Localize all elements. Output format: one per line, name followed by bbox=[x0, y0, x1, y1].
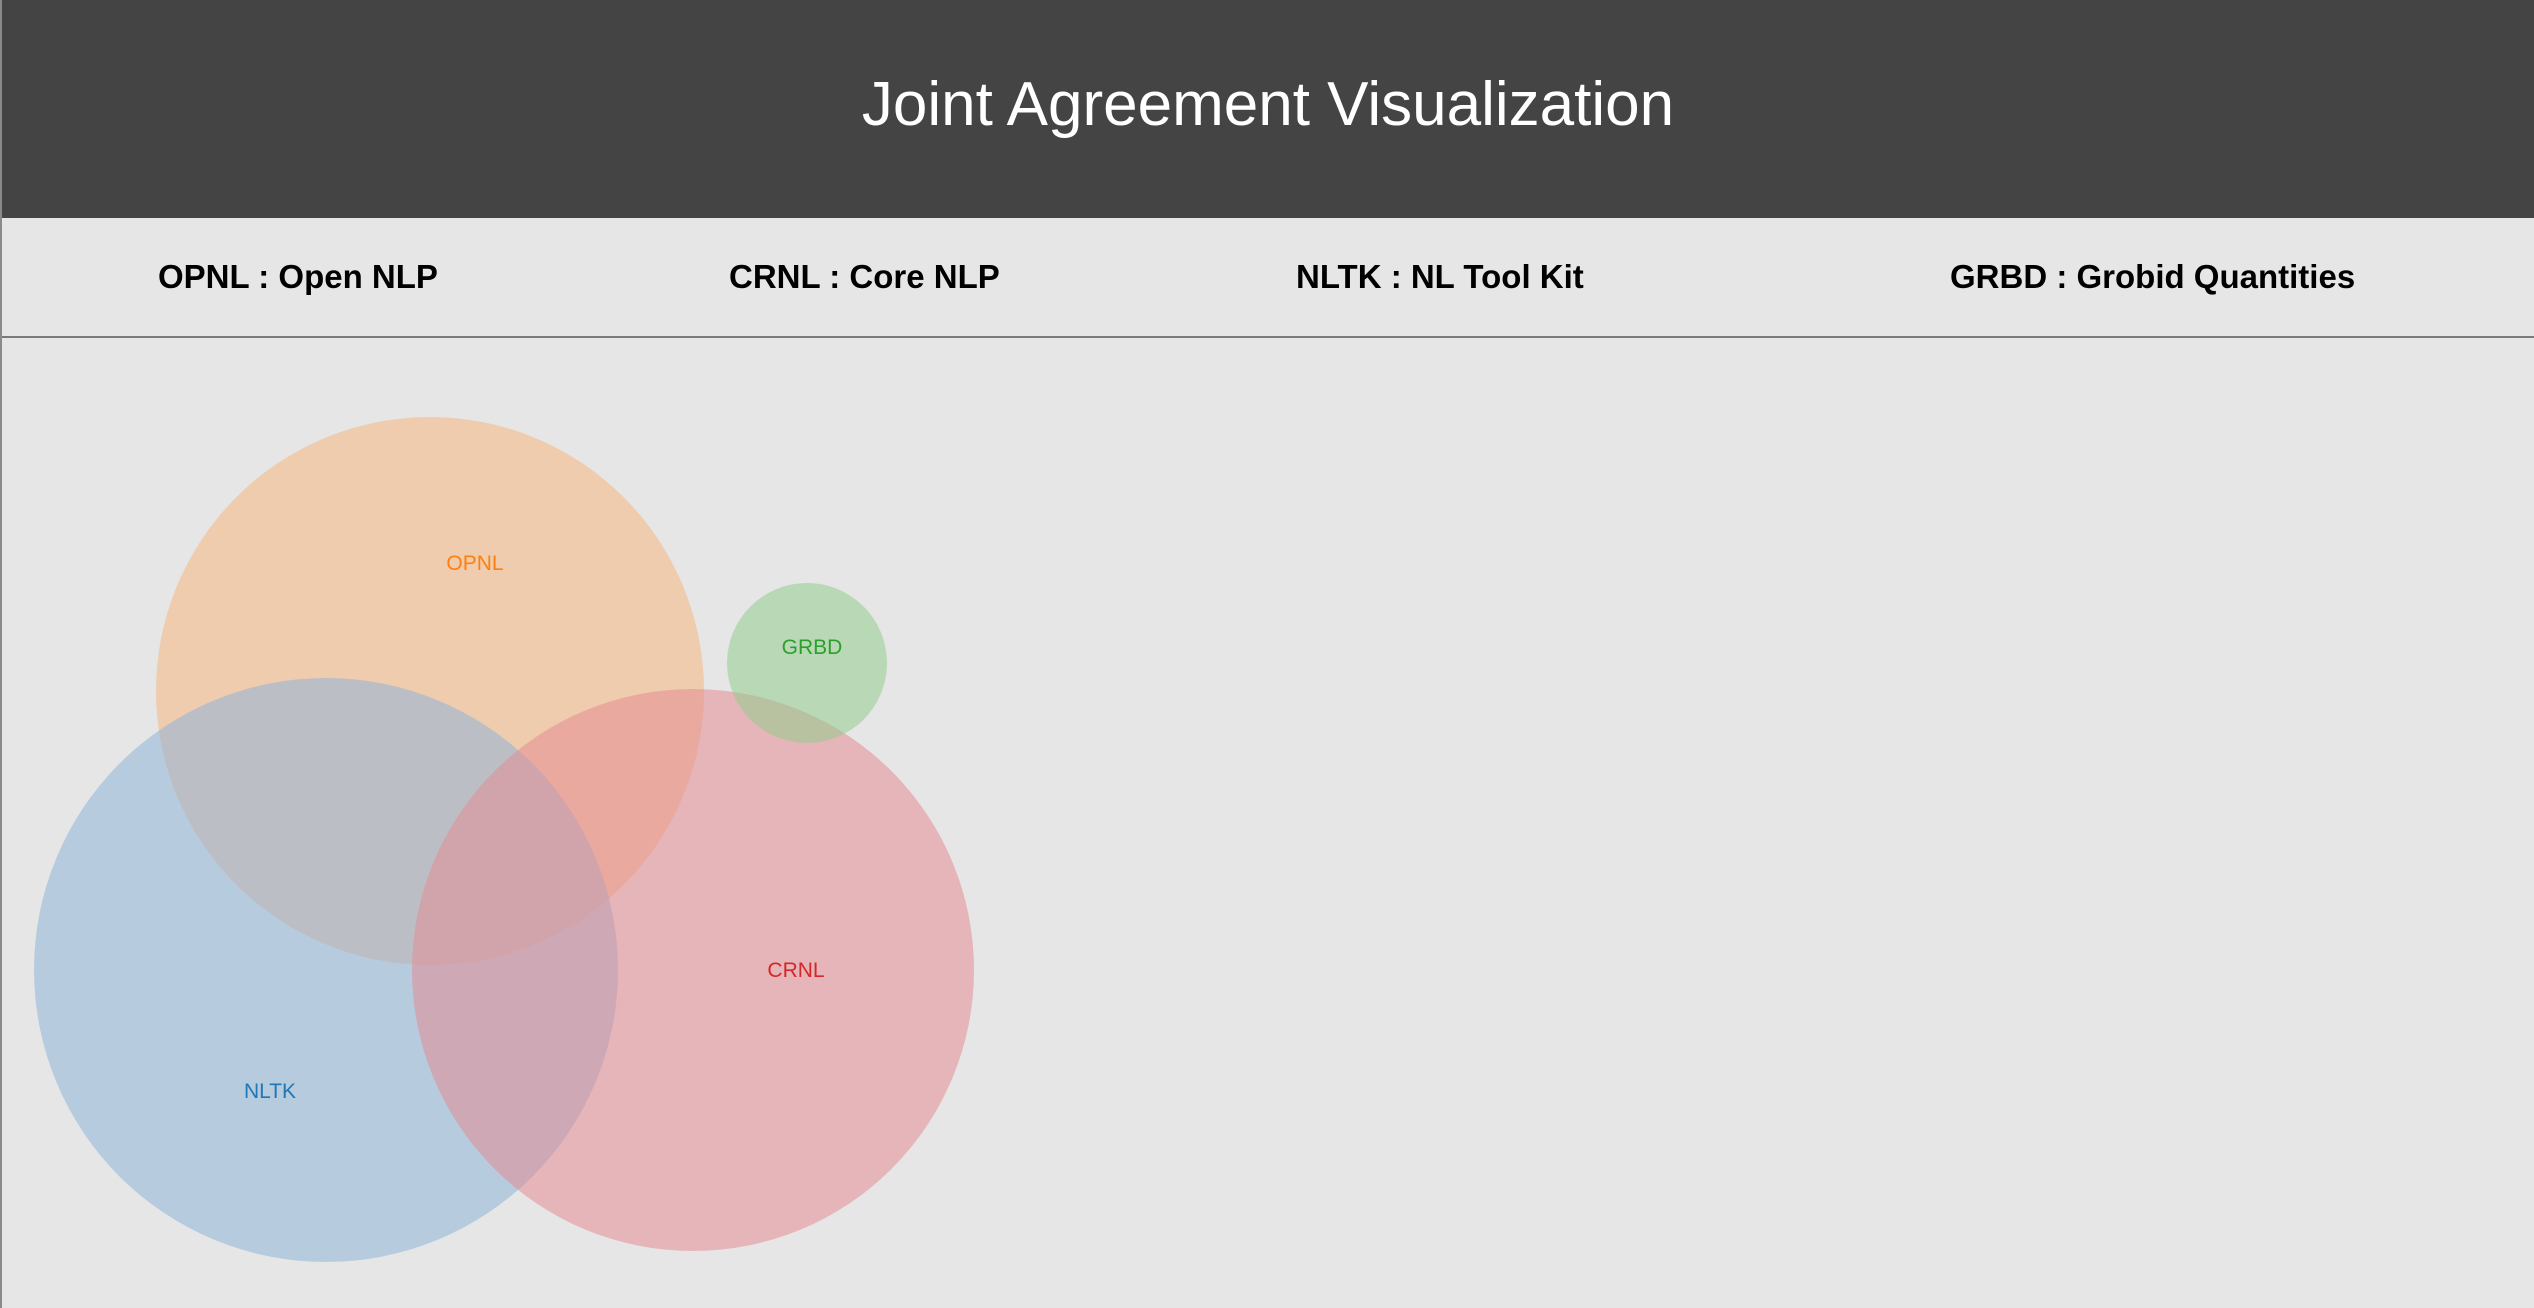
venn-circles bbox=[34, 417, 974, 1262]
legend-bar: OPNL : Open NLP CRNL : Core NLP NLTK : N… bbox=[2, 218, 2534, 338]
venn-label-opnl: OPNL bbox=[446, 552, 503, 575]
legend-item-crnl: CRNL : Core NLP bbox=[729, 258, 1000, 295]
legend-item-opnl: OPNL : Open NLP bbox=[158, 258, 438, 295]
page: Joint Agreement Visualization OPNL : Ope… bbox=[0, 0, 2534, 1308]
legend-item-nltk: NLTK : NL Tool Kit bbox=[1296, 258, 1584, 295]
venn-label-grbd: GRBD bbox=[782, 636, 843, 659]
venn-diagram: OPNL NLTK CRNL GRBD bbox=[34, 417, 974, 1262]
header-bar: Joint Agreement Visualization bbox=[2, 0, 2534, 218]
legend-item-grbd: GRBD : Grobid Quantities bbox=[1950, 258, 2356, 295]
venn-label-nltk: NLTK bbox=[244, 1080, 296, 1103]
venn-circle-crnl[interactable] bbox=[412, 689, 974, 1251]
page-title: Joint Agreement Visualization bbox=[861, 69, 1675, 139]
venn-label-crnl: CRNL bbox=[767, 959, 824, 982]
venn-circle-grbd[interactable] bbox=[727, 583, 887, 743]
